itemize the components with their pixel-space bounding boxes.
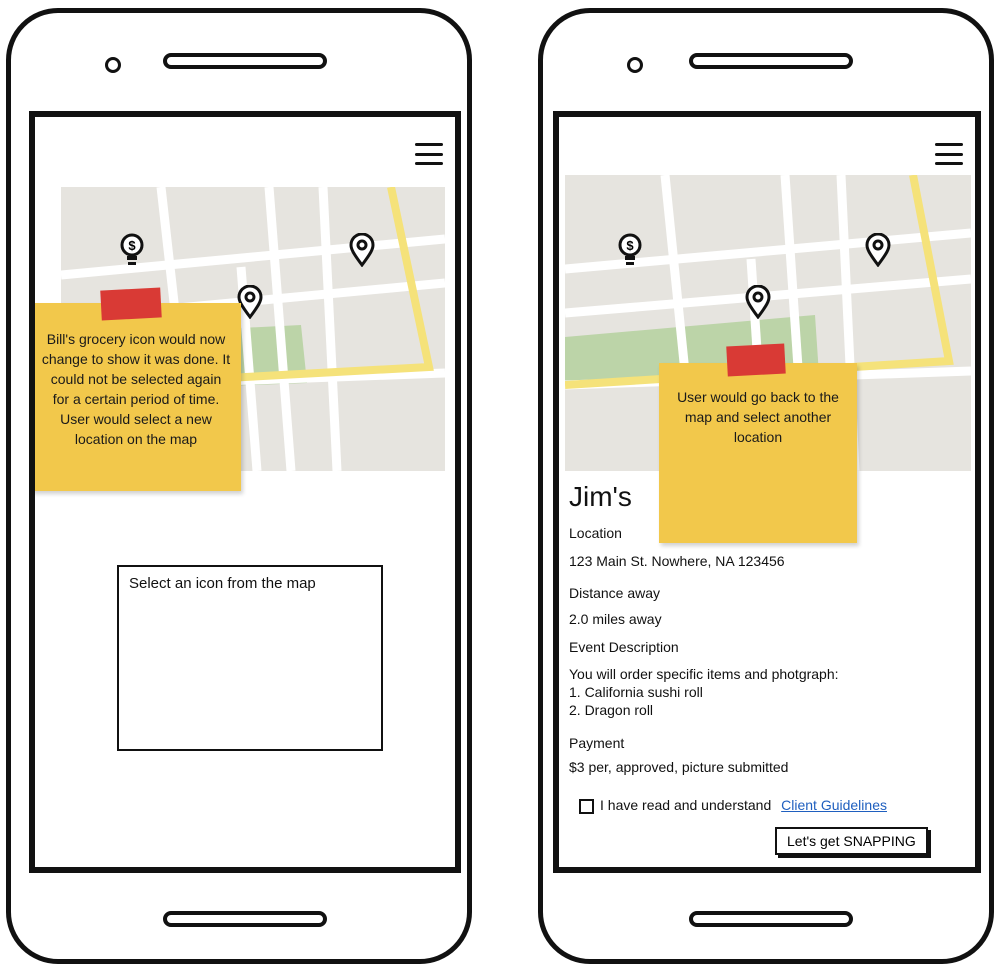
- place-title: Jim's: [569, 481, 632, 512]
- dollar-lightbulb-icon[interactable]: $: [119, 233, 145, 267]
- annotation-sticky-note: User would go back to the map and select…: [659, 363, 857, 543]
- location-value: 123 Main St. Nowhere, NA 123456: [569, 553, 785, 569]
- event-line: You will order specific items and photgr…: [569, 666, 839, 682]
- screen-left: $ Bill's grocery icon would now change t…: [29, 111, 461, 873]
- snapping-button[interactable]: Let's get SNAPPING: [775, 827, 928, 855]
- annotation-sticky-note: Bill's grocery icon would now change to …: [35, 303, 241, 491]
- map-pin-icon[interactable]: [745, 285, 771, 319]
- tape: [100, 287, 162, 321]
- phone-frame-left: $ Bill's grocery icon would now change t…: [6, 8, 472, 964]
- annotation-text: Bill's grocery icon would now change to …: [41, 331, 231, 447]
- camera-dot: [627, 57, 643, 73]
- svg-text:$: $: [626, 238, 634, 253]
- agreement-row: I have read and understand Client Guidel…: [579, 797, 887, 814]
- event-description-label: Event Description: [569, 639, 679, 655]
- agreement-text: I have read and understand: [600, 797, 772, 813]
- client-guidelines-link[interactable]: Client Guidelines: [781, 797, 887, 813]
- speaker-slot: [689, 53, 853, 69]
- payment-value: $3 per, approved, picture submitted: [569, 759, 789, 775]
- distance-label: Distance away: [569, 585, 661, 601]
- dollar-lightbulb-icon[interactable]: $: [617, 233, 643, 267]
- event-line: 2. Dragon roll: [569, 702, 654, 718]
- home-bar: [689, 911, 853, 927]
- payment-label: Payment: [569, 735, 625, 751]
- home-bar: [163, 911, 327, 927]
- annotation-text: User would go back to the map and select…: [677, 389, 839, 445]
- hamburger-menu-icon[interactable]: [415, 143, 443, 165]
- tape: [726, 343, 786, 377]
- phone-frame-right: $ Jim's Location 123 Main St. Nowhere, N…: [538, 8, 994, 964]
- select-icon-panel[interactable]: Select an icon from the map: [117, 565, 383, 751]
- event-description: You will order specific items and photgr…: [569, 665, 839, 719]
- distance-value: 2.0 miles away: [569, 611, 662, 627]
- location-label: Location: [569, 525, 622, 541]
- svg-text:$: $: [128, 238, 136, 253]
- camera-dot: [105, 57, 121, 73]
- screen-right: $ Jim's Location 123 Main St. Nowhere, N…: [553, 111, 981, 873]
- event-line: 1. California sushi roll: [569, 684, 703, 700]
- hamburger-menu-icon[interactable]: [935, 143, 963, 165]
- speaker-slot: [163, 53, 327, 69]
- map-pin-icon[interactable]: [349, 233, 375, 267]
- map-pin-icon[interactable]: [865, 233, 891, 267]
- agreement-checkbox[interactable]: [579, 799, 594, 814]
- select-prompt-text: Select an icon from the map: [129, 575, 316, 592]
